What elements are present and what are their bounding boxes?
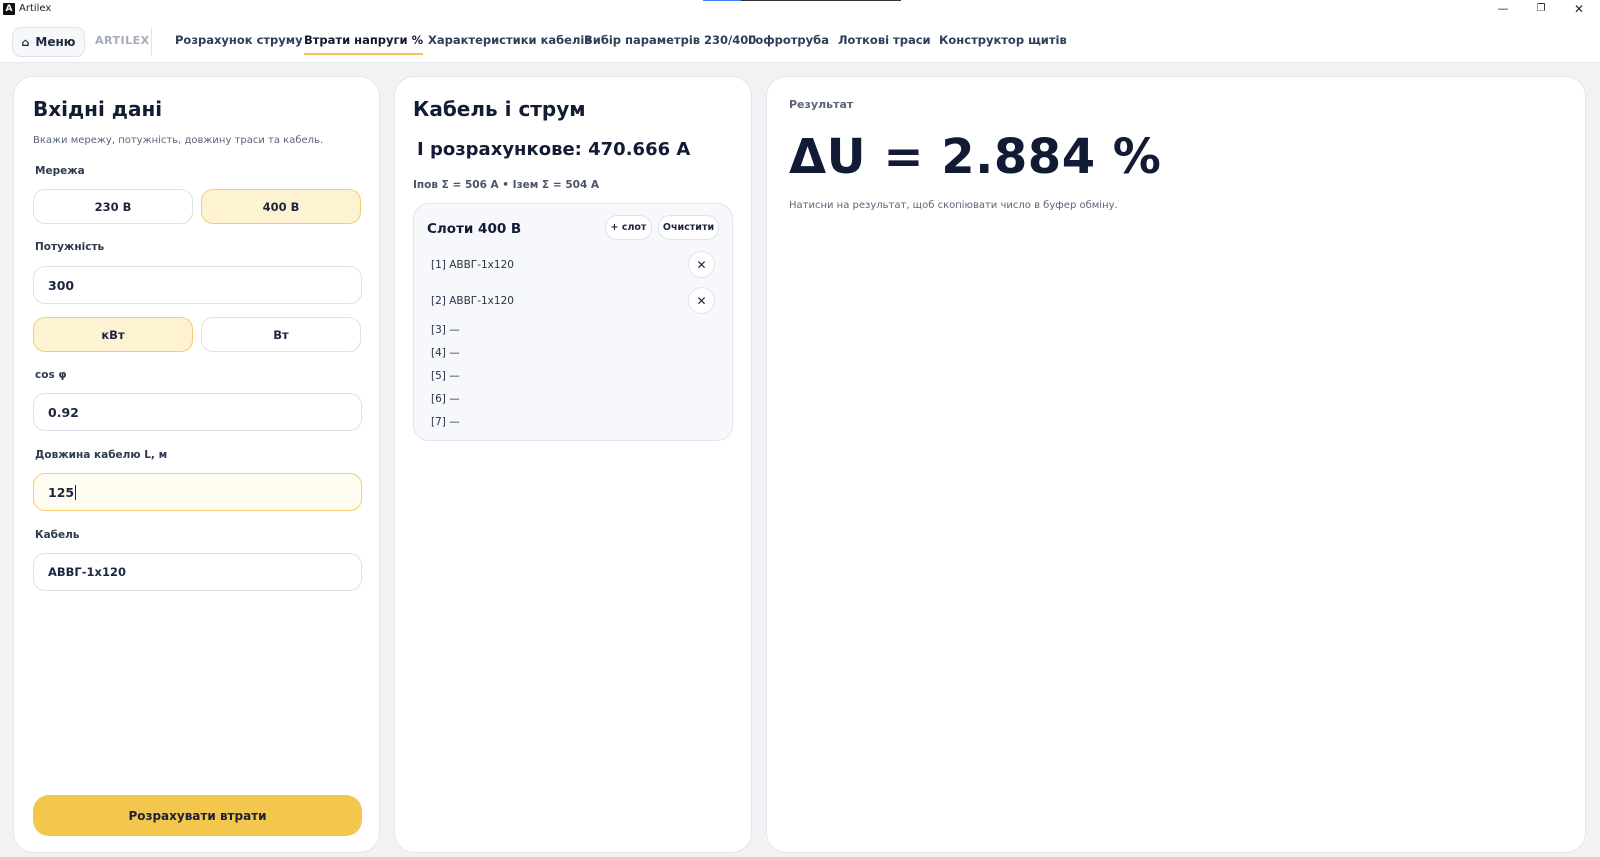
add-slot-button[interactable]: + слот	[605, 215, 652, 240]
window-title: Artilex	[19, 3, 52, 14]
tab-corrugated-pipe[interactable]: Гофротруба	[748, 33, 829, 55]
slot-row: [1] АВВГ-1x120	[431, 259, 514, 271]
cable-panel-title: Кабель і струм	[413, 97, 586, 121]
input-panel-subtitle: Вкажи мережу, потужність, довжину траси …	[33, 135, 324, 146]
menu-button-label: Меню	[35, 35, 76, 49]
cable-label: Кабель	[35, 529, 80, 541]
cable-select[interactable]: АВВГ-1x120	[33, 553, 362, 591]
nav-divider	[151, 27, 152, 55]
result-hint: Натисни на результат, щоб скопіювати чис…	[789, 200, 1118, 211]
tab-current-calc[interactable]: Розрахунок струму	[175, 33, 303, 55]
length-input[interactable]: 125	[33, 473, 362, 511]
network-400-button[interactable]: 400 В	[201, 189, 361, 224]
slots-box: Слоти 400 В + слот Очистити [1] АВВГ-1x1…	[413, 203, 733, 441]
unit-w-button[interactable]: Вт	[201, 317, 361, 352]
calculated-current: I розрахункове: 470.666 A	[417, 139, 691, 160]
length-label: Довжина кабелю L, м	[35, 449, 168, 461]
power-input[interactable]: 300	[33, 266, 362, 304]
slot-row: [3] —	[431, 324, 460, 336]
length-input-value: 125	[48, 484, 75, 500]
input-panel: Вхідні дані Вкажи мережу, потужність, до…	[13, 76, 380, 853]
calculate-button[interactable]: Розрахувати втрати	[33, 795, 362, 836]
result-label: Результат	[789, 98, 854, 111]
text-caret	[75, 484, 77, 500]
minimize-icon[interactable]: —	[1493, 1, 1513, 17]
remove-slot-2-icon[interactable]: ✕	[688, 287, 715, 314]
power-label: Потужність	[35, 241, 105, 253]
tab-params-230-400[interactable]: Вибір параметрів 230/400	[584, 33, 756, 55]
tab-voltage-loss[interactable]: Втрати напруги %	[304, 33, 424, 55]
brand-label: ARTILEX	[95, 34, 150, 47]
result-value[interactable]: ΔU = 2.884 %	[789, 129, 1161, 185]
cable-panel: Кабель і струм I розрахункове: 470.666 A…	[394, 76, 752, 853]
app-logo-icon: A	[3, 3, 15, 15]
tab-panel-builder[interactable]: Конструктор щитів	[939, 33, 1067, 55]
slot-row: [6] —	[431, 393, 460, 405]
slot-row: [5] —	[431, 370, 460, 382]
close-icon[interactable]: ✕	[1569, 1, 1589, 17]
unit-kw-button[interactable]: кВт	[33, 317, 193, 352]
tab-cable-trays[interactable]: Лоткові траси	[838, 33, 931, 55]
cos-phi-label: cos φ	[35, 369, 67, 381]
home-icon: ⌂	[21, 35, 30, 49]
network-230-button[interactable]: 230 В	[33, 189, 193, 224]
network-label: Мережа	[35, 165, 85, 177]
slot-row: [4] —	[431, 347, 460, 359]
maximize-icon[interactable]: ❐	[1531, 1, 1551, 17]
title-bar-accent	[703, 0, 741, 1]
nav-bar: ⌂ Меню ARTILEX Розрахунок струму Втрати …	[0, 19, 1600, 63]
slot-row: [7] —	[431, 416, 460, 428]
title-bar: A Artilex — ❐ ✕	[0, 0, 1600, 19]
current-sums: Iпов Σ = 506 A • Iзем Σ = 504 A	[413, 179, 600, 191]
slots-title: Слоти 400 В	[427, 221, 522, 237]
menu-button[interactable]: ⌂ Меню	[12, 27, 85, 57]
input-panel-title: Вхідні дані	[33, 97, 163, 121]
remove-slot-1-icon[interactable]: ✕	[688, 251, 715, 278]
slot-row: [2] АВВГ-1x120	[431, 295, 514, 307]
clear-slots-button[interactable]: Очистити	[658, 215, 719, 240]
cos-phi-input[interactable]: 0.92	[33, 393, 362, 431]
result-panel: Результат ΔU = 2.884 % Натисни на резуль…	[766, 76, 1586, 853]
tab-cable-specs[interactable]: Характеристики кабелів	[428, 33, 592, 55]
